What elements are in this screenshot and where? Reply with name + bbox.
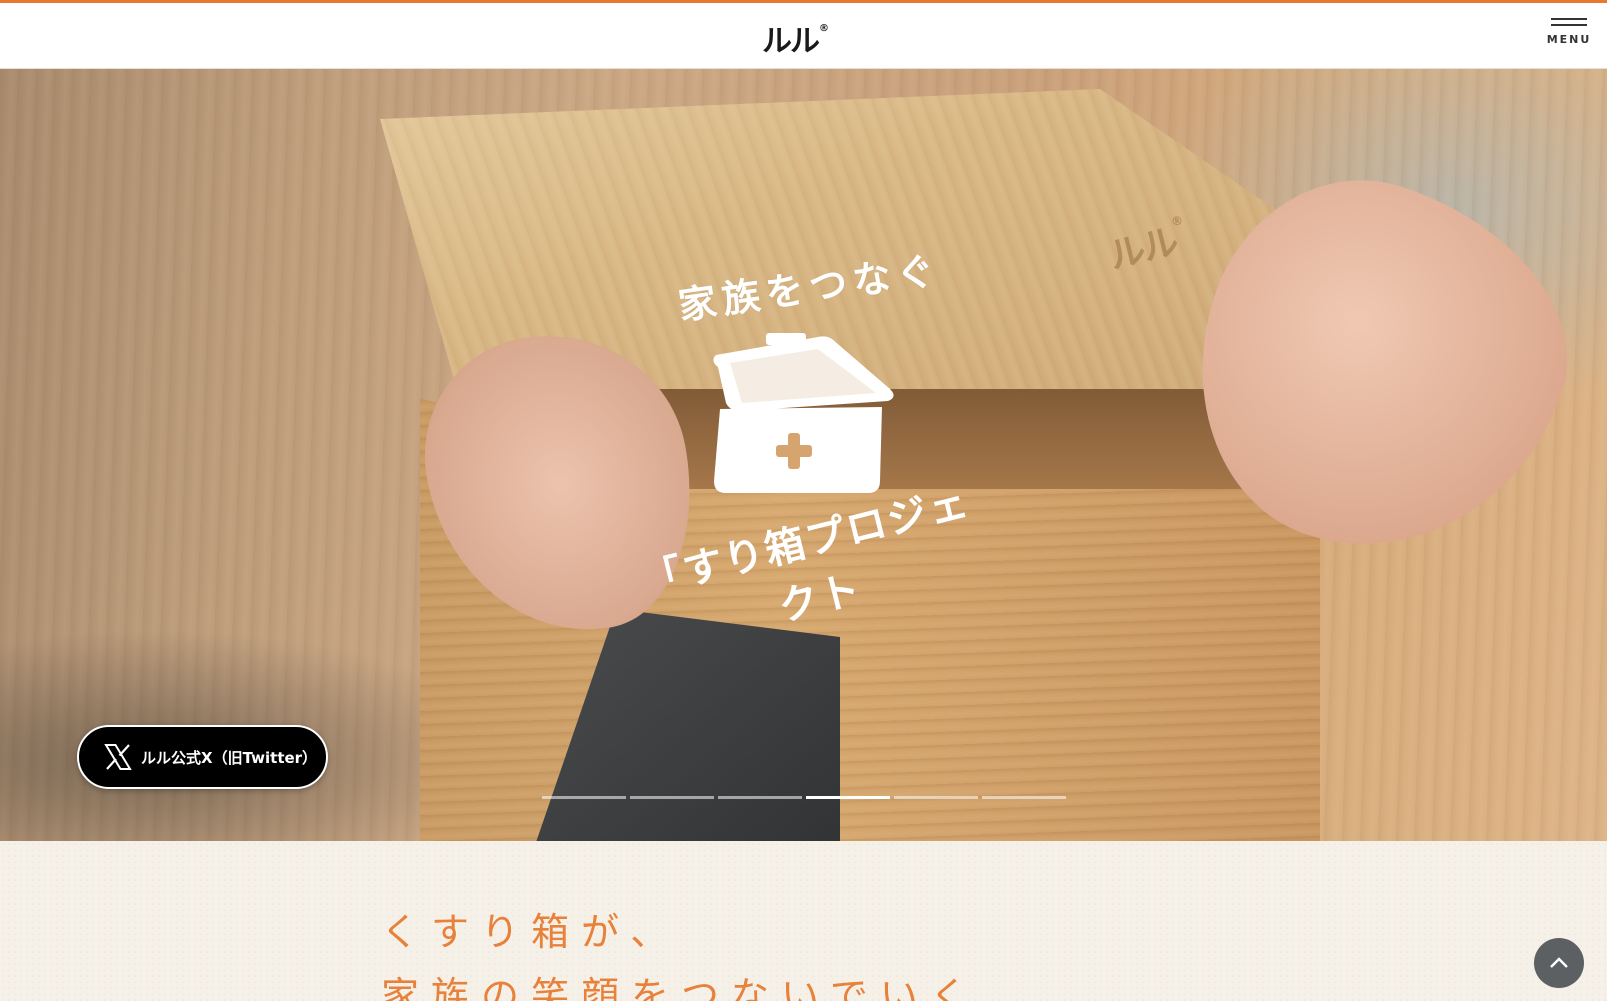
back-to-top-button[interactable] [1534, 938, 1584, 988]
slide-indicator-2[interactable] [630, 796, 714, 799]
slider-indicators [542, 796, 1066, 799]
slide-indicator-4[interactable] [806, 796, 890, 799]
intro-tagline-line-1: くすり箱が、 [381, 910, 681, 954]
brand-logo[interactable]: ルル ® [762, 19, 829, 60]
x-logo-icon [104, 744, 132, 770]
menu-label: MENU [1546, 33, 1592, 46]
intro-section: くすり箱が、 家族の笑顔をつないでいく [0, 841, 1607, 1001]
first-aid-box-icon [713, 333, 894, 493]
site-header: ルル ® MENU [0, 3, 1607, 69]
slide-indicator-3[interactable] [718, 796, 802, 799]
x-button-label: ルル公式X（旧Twitter） [141, 748, 318, 767]
hero-slider: ルル® 家族をつなぐ 「すり箱プロジェクト ルル公式X（旧Twitter） [0, 69, 1607, 841]
chevron-up-icon [1550, 957, 1568, 968]
slide-indicator-5[interactable] [894, 796, 978, 799]
intro-tagline-line-2: 家族の笑顔をつないでいく [381, 974, 980, 1001]
logo-text: ルル [762, 24, 820, 59]
hamburger-icon-bar [1551, 24, 1587, 26]
registered-mark: ® [819, 22, 829, 34]
slide-indicator-1[interactable] [542, 796, 626, 799]
menu-button[interactable]: MENU [1546, 15, 1592, 63]
hamburger-icon-bar [1551, 18, 1587, 20]
official-x-button[interactable]: ルル公式X（旧Twitter） [77, 725, 328, 789]
slide-indicator-6[interactable] [982, 796, 1066, 799]
